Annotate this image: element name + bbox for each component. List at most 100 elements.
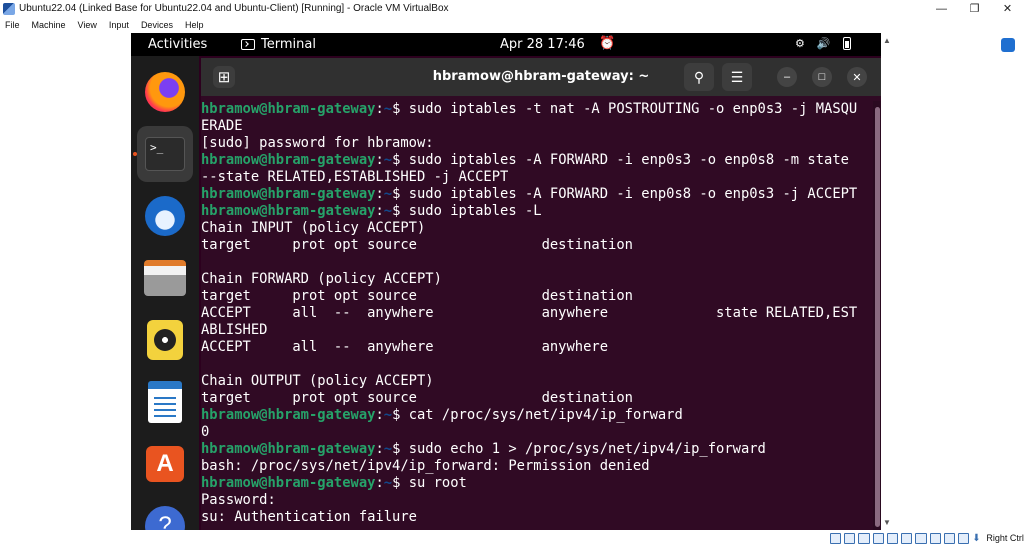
display-icon[interactable] [915, 532, 927, 544]
prompt-user: hbramow@hbram-gateway [201, 203, 376, 219]
line-text: Chain FORWARD (policy ACCEPT) [201, 271, 442, 287]
prompt-separator: : [375, 407, 384, 423]
line-text: Chain INPUT (policy ACCEPT) [201, 220, 426, 236]
terminal-maximize-button[interactable]: □ [812, 67, 832, 87]
menu-button[interactable]: ☰ [722, 63, 752, 91]
close-button[interactable]: ✕ [991, 0, 1024, 17]
alarm-clock-icon: ⏰ [599, 36, 616, 51]
prompt-path: ~ [383, 152, 393, 168]
recording-icon[interactable] [929, 532, 941, 544]
dock-thunderbird[interactable] [137, 188, 193, 244]
terminal-line: hbramow@hbram-gateway:~$ sudo iptables -… [201, 152, 849, 169]
scrollbar-thumb[interactable] [875, 107, 880, 527]
line-text: target prot opt source destination [201, 390, 633, 406]
menu-help[interactable]: Help [180, 20, 211, 30]
prompt-separator: : [375, 475, 384, 491]
topbar-app-menu[interactable]: Terminal [241, 37, 316, 52]
prompt-separator: : [375, 152, 384, 168]
app-center-icon: A [146, 446, 184, 482]
dock-files[interactable] [137, 250, 193, 306]
menu-devices[interactable]: Devices [136, 20, 180, 30]
arrow-down-icon: ⬇ [972, 532, 981, 544]
terminal-header-bar: ⊞ hbramow@hbram-gateway: ~ ⚲ ☰ – □ ✕ [201, 58, 881, 96]
virtualbox-icon [3, 2, 15, 15]
dock-writer[interactable] [137, 374, 193, 430]
prompt-user: hbramow@hbram-gateway [201, 186, 376, 202]
battery-icon [842, 37, 851, 50]
prompt-end: $ [392, 407, 409, 423]
hard-disk-icon[interactable] [830, 532, 842, 544]
terminal-window[interactable]: ⊞ hbramow@hbram-gateway: ~ ⚲ ☰ – □ ✕ hbr… [201, 58, 881, 530]
close-icon: ✕ [1002, 3, 1013, 15]
audio-icon[interactable] [858, 532, 870, 544]
dock-app-center[interactable]: A [137, 436, 193, 492]
menu-input[interactable]: Input [104, 20, 136, 30]
topbar-app-name: Terminal [261, 37, 316, 52]
terminal-line: --state RELATED,ESTABLISHED -j ACCEPT [201, 169, 508, 186]
notification-icon[interactable] [1001, 38, 1015, 52]
minimize-button[interactable]: — [925, 0, 958, 17]
vm-display[interactable]: Activities Terminal Apr 28 17:46 ⏰ ⚙ 🔊 >… [131, 33, 881, 530]
mouse-integration-icon[interactable] [957, 532, 970, 544]
dock-help[interactable]: ? [137, 498, 193, 530]
prompt-end: $ [392, 441, 409, 457]
minimize-icon: – [783, 71, 791, 83]
terminal-output[interactable]: hbramow@hbram-gateway:~$ sudo iptables -… [201, 101, 873, 530]
menu-file[interactable]: File [0, 20, 27, 30]
close-icon: ✕ [852, 71, 862, 84]
line-text: sudo iptables -A FORWARD -i enp0s3 -o en… [408, 152, 849, 168]
network-adapter-icon[interactable] [872, 532, 884, 544]
dock-rhythmbox[interactable] [137, 312, 193, 368]
terminal-app-icon [241, 39, 255, 50]
clock[interactable]: Apr 28 17:46 [500, 37, 585, 52]
host-status-bar: ⬇ Right Ctrl [830, 530, 1024, 546]
system-tray[interactable]: ⚙ 🔊 [795, 37, 851, 50]
line-text: cat /proc/sys/net/ipv4/ip_forward [408, 407, 683, 423]
restore-button[interactable]: ❐ [958, 0, 991, 17]
terminal-minimize-button[interactable]: – [777, 67, 797, 87]
network-icon: ⚙ [795, 37, 805, 50]
prompt-user: hbramow@hbram-gateway [201, 407, 376, 423]
line-text: ACCEPT all -- anywhere anywhere [201, 339, 609, 355]
dock-firefox[interactable] [137, 64, 193, 120]
line-text: ACCEPT all -- anywhere anywhere state RE… [201, 305, 858, 321]
cpu-icon[interactable] [943, 532, 955, 544]
terminal-line: ERADE [201, 118, 243, 135]
terminal-line: target prot opt source destination [201, 390, 633, 407]
terminal-line: su: Authentication failure [201, 509, 417, 526]
dock-terminal[interactable]: >_ [137, 126, 193, 182]
line-text: --state RELATED,ESTABLISHED -j ACCEPT [201, 169, 509, 185]
prompt-end: $ [392, 203, 409, 219]
minimize-icon: — [936, 2, 947, 15]
search-button[interactable]: ⚲ [684, 63, 714, 91]
optical-drive-icon[interactable] [844, 532, 856, 544]
prompt-end: $ [392, 475, 409, 491]
dock: >_ A ? [131, 56, 199, 530]
prompt-path: ~ [383, 407, 393, 423]
line-text: [sudo] password for hbramow: [201, 135, 434, 151]
terminal-line: hbramow@hbram-gateway:~$ sudo iptables -… [201, 186, 857, 203]
prompt-separator: : [375, 186, 384, 202]
scroll-down-arrow-icon[interactable]: ▼ [883, 518, 891, 527]
menu-machine[interactable]: Machine [27, 20, 73, 30]
terminal-line: [sudo] password for hbramow: [201, 135, 434, 152]
prompt-separator: : [375, 203, 384, 219]
files-icon [144, 260, 186, 296]
menu-view[interactable]: View [73, 20, 104, 30]
terminal-line: Password: [201, 492, 276, 509]
terminal-line: target prot opt source destination [201, 288, 633, 305]
help-icon: ? [145, 506, 185, 530]
terminal-close-button[interactable]: ✕ [847, 67, 867, 87]
scroll-up-arrow-icon[interactable]: ▲ [883, 36, 891, 45]
host-titlebar: Ubuntu22.04 (Linked Base for Ubuntu22.04… [0, 0, 1024, 17]
shared-folders-icon[interactable] [901, 532, 913, 544]
host-window-title: Ubuntu22.04 (Linked Base for Ubuntu22.04… [19, 3, 449, 14]
activities-button[interactable]: Activities [148, 37, 207, 52]
line-text: target prot opt source destination [201, 288, 633, 304]
prompt-path: ~ [383, 441, 393, 457]
terminal-scrollbar[interactable] [873, 101, 881, 530]
terminal-line: hbramow@hbram-gateway:~$ su root [201, 475, 467, 492]
usb-icon[interactable] [886, 532, 899, 544]
prompt-end: $ [392, 152, 409, 168]
hamburger-icon: ☰ [730, 68, 744, 85]
